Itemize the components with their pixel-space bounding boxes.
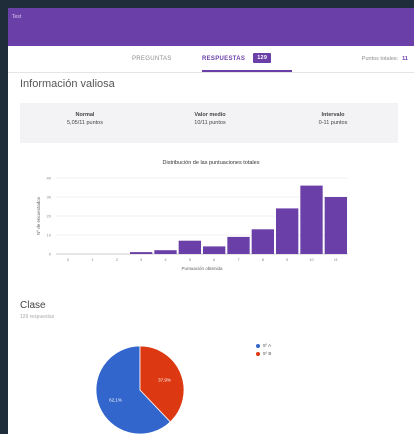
stat-range-label: Intervalo	[321, 112, 345, 118]
y-axis-label: Nº de encuestados	[36, 196, 41, 235]
total-points-value: 11	[402, 56, 408, 62]
x-tick-label: 1	[91, 257, 94, 262]
stat-average: Normal 5,05/11 puntos	[40, 112, 130, 126]
bar	[154, 250, 177, 254]
bar	[178, 240, 201, 254]
class-pie-chart: 62,1% 37,9%	[95, 345, 185, 434]
x-tick-label: 4	[164, 257, 167, 262]
y-tick-label: 40	[47, 176, 52, 181]
insights-title: Información valiosa	[20, 78, 115, 90]
x-tick-label: 8	[262, 257, 265, 262]
legend-swatch	[256, 351, 260, 356]
legend-item: 5º B	[256, 350, 271, 358]
tab-questions-label: PREGUNTAS	[132, 56, 172, 62]
legend-label: 5º A	[263, 343, 272, 348]
bar	[227, 236, 250, 254]
x-tick-label: 0	[67, 257, 70, 262]
total-points: Puntos totales: 11	[362, 46, 408, 72]
bar	[203, 246, 226, 254]
tab-questions[interactable]: PREGUNTAS	[132, 46, 172, 72]
bar	[300, 185, 323, 254]
y-tick-label: 10	[47, 233, 52, 238]
bar	[276, 208, 299, 254]
x-axis-label: Puntuación obtenida	[181, 266, 223, 271]
stat-range-value: 0-11 puntos	[318, 120, 348, 126]
document-label: Test	[12, 14, 22, 20]
pie-slice-label: 62,1%	[109, 397, 122, 402]
x-tick-label: 2	[116, 257, 119, 262]
tab-bar: PREGUNTAS RESPUESTAS 129 Puntos totales:…	[8, 46, 414, 73]
total-points-label: Puntos totales:	[361, 56, 399, 62]
stat-average-value: 5,05/11 puntos	[67, 120, 103, 126]
bar	[251, 229, 274, 254]
pie-slice-label: 37,9%	[158, 378, 171, 383]
x-tick-label: 9	[286, 257, 289, 262]
bar	[130, 252, 153, 254]
chart-title: Distribución de las puntuaciones totales	[162, 160, 260, 166]
stat-median-value: 10/11 puntos	[194, 120, 226, 126]
x-tick-label: 10	[309, 257, 314, 262]
stat-median-label: Valor medio	[194, 112, 226, 118]
x-tick-label: 3	[140, 257, 143, 262]
x-tick-label: 5	[189, 257, 192, 262]
score-distribution-chart: 0 10 20 30 40 0 1 2 3 4 5 6 7 8 9 10 11 Puntuación obteni…	[36, 176, 348, 271]
tab-responses[interactable]: RESPUESTAS 129	[202, 46, 292, 72]
insights-panel: Normal 5,05/11 puntos Valor medio 10/11 …	[20, 103, 398, 143]
tab-responses-label: RESPUESTAS	[202, 56, 246, 62]
stat-average-label: Normal	[75, 112, 95, 118]
legend-label: 5º B	[263, 351, 272, 356]
legend-item: 5º A	[256, 342, 271, 350]
legend-swatch	[256, 343, 260, 348]
question-response-count: 129 respuestas	[20, 314, 55, 320]
x-tick-label: 6	[213, 257, 216, 262]
question-title: Clase	[20, 300, 46, 311]
x-tick-label: 7	[237, 257, 240, 262]
y-tick-label: 30	[47, 195, 52, 200]
y-tick-label: 20	[47, 214, 52, 219]
forms-window: Test PREGUNTAS RESPUESTAS 129 Puntos tot…	[8, 8, 414, 434]
response-count-badge: 129	[253, 53, 272, 64]
pie-legend: 5º A 5º B	[256, 342, 271, 358]
bar	[324, 197, 347, 254]
app-header: Test	[8, 8, 414, 46]
y-tick-label: 0	[49, 252, 52, 257]
x-tick-label: 11	[334, 257, 339, 262]
stat-median: Valor medio 10/11 puntos	[165, 112, 255, 126]
stat-range: Intervalo 0-11 puntos	[288, 112, 378, 126]
